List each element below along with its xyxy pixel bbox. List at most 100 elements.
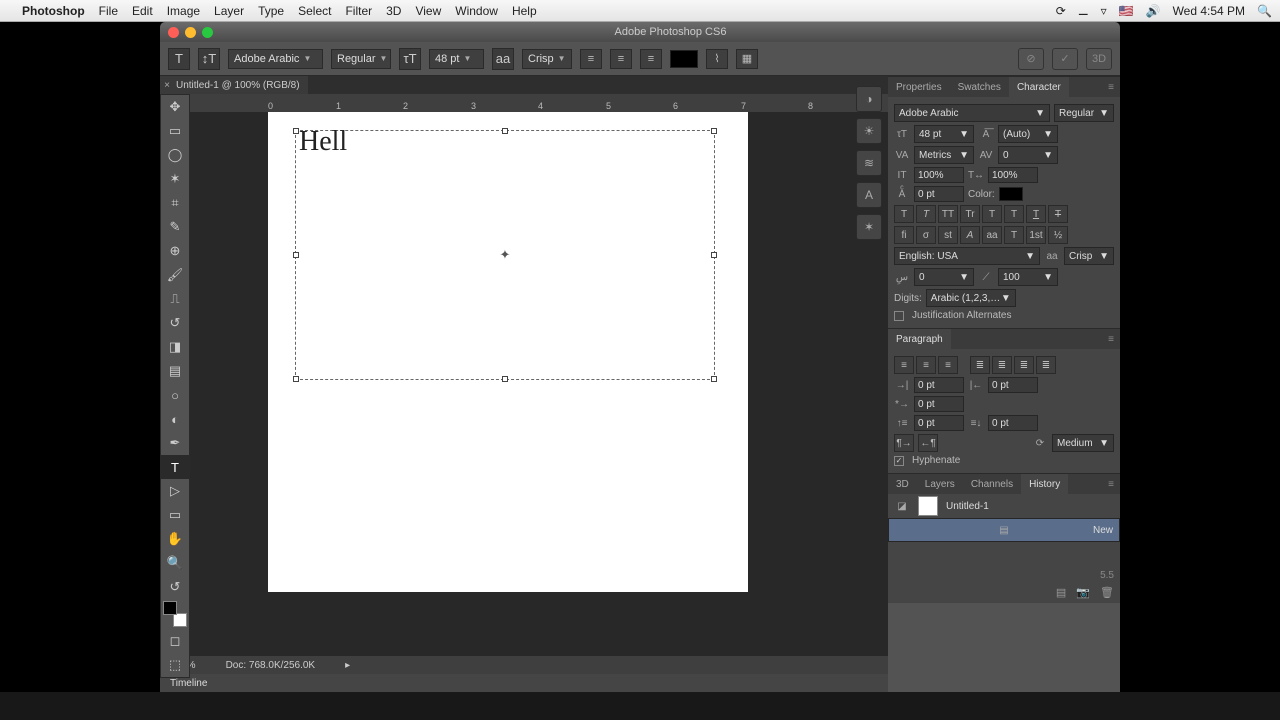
char-tracking-select[interactable]: 0▼	[998, 146, 1058, 164]
composer-select[interactable]: Medium▼	[1052, 434, 1114, 452]
just-alt-checkbox[interactable]	[894, 311, 904, 321]
color-panel-icon[interactable]: ◑	[856, 86, 882, 112]
wand-tool[interactable]: ✶	[161, 167, 189, 191]
char-hscale[interactable]: 100%	[988, 167, 1038, 183]
contextual[interactable]: σ	[916, 226, 936, 244]
panel-menu-icon[interactable]: ≡	[1102, 77, 1120, 97]
panel-menu-icon[interactable]: ≡	[1102, 474, 1120, 494]
handle-n[interactable]	[502, 128, 508, 134]
close-button[interactable]	[168, 27, 179, 38]
history-snapshot[interactable]: ◪ Untitled-1	[888, 494, 1120, 518]
para-dir-ltr[interactable]: ¶→	[894, 434, 914, 452]
char-leading-select[interactable]: (Auto)▼	[998, 125, 1058, 143]
text-orientation-icon[interactable]: ↕T	[198, 48, 220, 70]
app-name[interactable]: Photoshop	[22, 4, 85, 18]
para-align-center[interactable]: ≡	[916, 356, 936, 374]
indent-left[interactable]: 0 pt	[914, 377, 964, 393]
stamp-tool[interactable]: ⎍	[161, 287, 189, 311]
crop-tool[interactable]: ⌗	[161, 191, 189, 215]
align-right-button[interactable]: ≡	[640, 49, 662, 69]
menu-filter[interactable]: Filter	[345, 4, 372, 18]
marquee-tool[interactable]: ▭	[161, 119, 189, 143]
diacritics-select[interactable]: 0▼	[914, 268, 974, 286]
type-tool-icon[interactable]: T	[168, 48, 190, 70]
handle-se[interactable]	[711, 376, 717, 382]
subscript[interactable]: T	[1004, 205, 1024, 223]
quickmask-button[interactable]: ◻	[161, 629, 189, 653]
para-justify-center[interactable]: ≣	[992, 356, 1012, 374]
character-panel-icon[interactable]: A	[856, 182, 882, 208]
text-color-swatch[interactable]	[670, 50, 698, 68]
snapshot-button[interactable]: 📷	[1076, 586, 1090, 599]
channels-tab[interactable]: Channels	[963, 474, 1021, 494]
para-justify-all[interactable]: ≣	[1036, 356, 1056, 374]
antialias-select[interactable]: Crisp▼	[522, 49, 572, 69]
clock[interactable]: Wed 4:54 PM	[1173, 4, 1245, 18]
faux-bold[interactable]: T	[894, 205, 914, 223]
typed-text[interactable]: Hell	[299, 126, 347, 158]
para-align-left[interactable]: ≡	[894, 356, 914, 374]
space-after[interactable]: 0 pt	[988, 415, 1038, 431]
strikethrough[interactable]: T	[1048, 205, 1068, 223]
menu-file[interactable]: File	[99, 4, 118, 18]
gradient-tool[interactable]: ▤	[161, 359, 189, 383]
handle-nw[interactable]	[293, 128, 299, 134]
titling[interactable]: T	[1004, 226, 1024, 244]
adjustments-panel-icon[interactable]: ☀	[856, 118, 882, 144]
paragraph-tab[interactable]: Paragraph	[888, 329, 951, 349]
eyedropper-tool[interactable]: ✎	[161, 215, 189, 239]
align-center-button[interactable]: ≡	[610, 49, 632, 69]
move-tool[interactable]: ✥	[161, 95, 189, 119]
menu-type[interactable]: Type	[258, 4, 284, 18]
mac-dock[interactable]	[0, 692, 1280, 720]
hyphenate-checkbox[interactable]: ✓	[894, 456, 904, 466]
char-style-select[interactable]: Regular▼	[1054, 104, 1114, 122]
commit-button[interactable]: ✓	[1052, 48, 1078, 70]
char-color-swatch[interactable]	[999, 187, 1023, 201]
char-size-select[interactable]: 48 pt▼	[914, 125, 974, 143]
para-align-right[interactable]: ≡	[938, 356, 958, 374]
align-left-button[interactable]: ≡	[580, 49, 602, 69]
faux-italic[interactable]: T	[916, 205, 936, 223]
small-caps[interactable]: Tr	[960, 205, 980, 223]
para-justify-left[interactable]: ≣	[970, 356, 990, 374]
all-caps[interactable]: TT	[938, 205, 958, 223]
dodge-tool[interactable]: ◐	[161, 407, 189, 431]
handle-sw[interactable]	[293, 376, 299, 382]
type-tool[interactable]: T	[161, 455, 189, 479]
close-tab-button[interactable]: ×	[160, 80, 174, 91]
styles-panel-icon[interactable]: ≋	[856, 150, 882, 176]
pen-tool[interactable]: ✒	[161, 431, 189, 455]
menu-edit[interactable]: Edit	[132, 4, 153, 18]
space-before[interactable]: 0 pt	[914, 415, 964, 431]
wifi-icon[interactable]: ▿	[1101, 4, 1107, 18]
history-tab[interactable]: History	[1021, 474, 1068, 494]
cancel-button[interactable]: ⊘	[1018, 48, 1044, 70]
zoom-button[interactable]	[202, 27, 213, 38]
text-bounding-box[interactable]: Hell ✦	[295, 130, 715, 380]
eraser-tool[interactable]: ◨	[161, 335, 189, 359]
history-brush-tool[interactable]: ↺	[161, 311, 189, 335]
menu-window[interactable]: Window	[455, 4, 498, 18]
blur-tool[interactable]: ○	[161, 383, 189, 407]
create-doc-button[interactable]: ▤	[1056, 586, 1066, 599]
menu-view[interactable]: View	[415, 4, 441, 18]
handle-e[interactable]	[711, 252, 717, 258]
menu-image[interactable]: Image	[167, 4, 200, 18]
status-menu-icon[interactable]: ▸	[345, 660, 350, 671]
fractions[interactable]: ½	[1048, 226, 1068, 244]
ligatures[interactable]: fi	[894, 226, 914, 244]
para-justify-right[interactable]: ≣	[1014, 356, 1034, 374]
swatches-tab[interactable]: Swatches	[950, 77, 1009, 97]
document-tab[interactable]: Untitled-1 @ 100% (RGB/8)	[174, 80, 308, 91]
lasso-tool[interactable]: ◯	[161, 143, 189, 167]
handle-ne[interactable]	[711, 128, 717, 134]
panel-menu-icon[interactable]: ≡	[1102, 329, 1120, 349]
swap-colors-icon[interactable]: ↺	[161, 575, 189, 599]
flag-icon[interactable]: 🇺🇸	[1119, 4, 1134, 18]
font-size-select[interactable]: 48 pt▼	[429, 49, 484, 69]
screenmode-button[interactable]: ⬚	[161, 653, 189, 677]
brush-panel-icon[interactable]: ✶	[856, 214, 882, 240]
spotlight-icon[interactable]: 🔍	[1257, 4, 1272, 18]
indent-first[interactable]: 0 pt	[914, 396, 964, 412]
